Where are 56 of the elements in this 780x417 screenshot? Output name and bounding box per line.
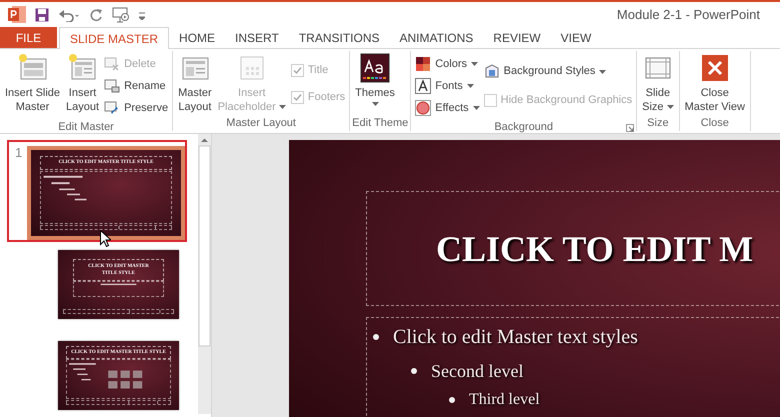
powerpoint-logo-icon[interactable] xyxy=(8,6,26,23)
group-label: Background xyxy=(494,120,554,135)
ribbon-tab[interactable]: REVIEW xyxy=(483,27,551,48)
ribbon-tab[interactable]: HOME xyxy=(169,27,226,48)
presentation-icon[interactable] xyxy=(112,6,130,22)
window-title: Module 2-1 - PowerPoint xyxy=(616,6,760,24)
ribbon-button[interactable]: Insert Layout xyxy=(63,53,102,119)
ribbon-button[interactable]: Insert Slide Master xyxy=(2,53,64,119)
ribbon-button[interactable]: Preserve xyxy=(102,97,170,119)
ribbon-tab[interactable]: SLIDE MASTER xyxy=(59,27,170,49)
slide-title: CLICK TO EDIT M xyxy=(436,228,754,270)
fonts-icon xyxy=(415,78,432,94)
save-icon[interactable] xyxy=(35,8,49,22)
group-label: Size xyxy=(647,116,669,131)
close-icon xyxy=(700,53,730,83)
redo-icon[interactable] xyxy=(89,8,103,22)
themes-icon xyxy=(360,53,390,83)
ribbon-button[interactable]: Rename xyxy=(102,75,170,97)
group-label: Edit Master xyxy=(58,120,114,135)
pushpin-icon xyxy=(104,100,120,116)
checkbox-icon xyxy=(484,94,497,107)
ribbon-tab[interactable]: FILE xyxy=(0,27,57,48)
undo-icon[interactable] xyxy=(58,8,80,22)
group-label: Edit Theme xyxy=(352,116,408,131)
mouse-pointer-icon xyxy=(100,230,111,247)
colors-icon xyxy=(415,56,432,72)
checkbox-icon xyxy=(290,91,304,104)
ribbon-button[interactable]: Slide Size xyxy=(639,53,677,115)
dialog-launcher-icon[interactable] xyxy=(626,124,634,132)
ribbon-tab[interactable]: INSERT xyxy=(225,27,289,48)
ribbon-button[interactable]: Colors xyxy=(413,53,482,75)
checkbox-icon xyxy=(290,64,304,77)
effects-icon xyxy=(415,100,432,116)
bullet-icon xyxy=(449,397,455,403)
background-styles-icon xyxy=(484,64,500,80)
group-label: Close xyxy=(700,116,729,131)
delete-icon xyxy=(104,56,120,72)
customize-toolbar-icon[interactable] xyxy=(139,10,145,20)
ribbon-button[interactable]: Background Styles xyxy=(482,60,634,82)
slide-number: 1 xyxy=(15,146,24,160)
bullet-icon xyxy=(373,334,379,340)
ribbon-button[interactable]: Close Master View xyxy=(682,53,748,115)
bullet-text: Second level xyxy=(431,360,524,383)
ribbon-tab[interactable]: VIEW xyxy=(550,27,602,48)
ribbon-tab[interactable]: TRANSITIONS xyxy=(288,27,390,48)
ribbon-tab[interactable]: ANIMATIONS xyxy=(390,27,484,48)
ribbon-button[interactable]: Master Layout xyxy=(175,53,215,115)
ribbon-button[interactable]: Effects xyxy=(413,97,482,119)
group-label: Master Layout xyxy=(226,116,296,131)
bullet-text: Third level xyxy=(469,390,540,410)
scrollbar[interactable] xyxy=(198,134,211,414)
bullet-text: Click to edit Master text styles xyxy=(393,325,638,350)
ribbon-button[interactable]: Themes xyxy=(352,53,398,115)
rename-icon xyxy=(104,78,120,94)
ribbon-button[interactable]: Fonts xyxy=(413,75,482,97)
bullet-icon xyxy=(411,368,417,374)
